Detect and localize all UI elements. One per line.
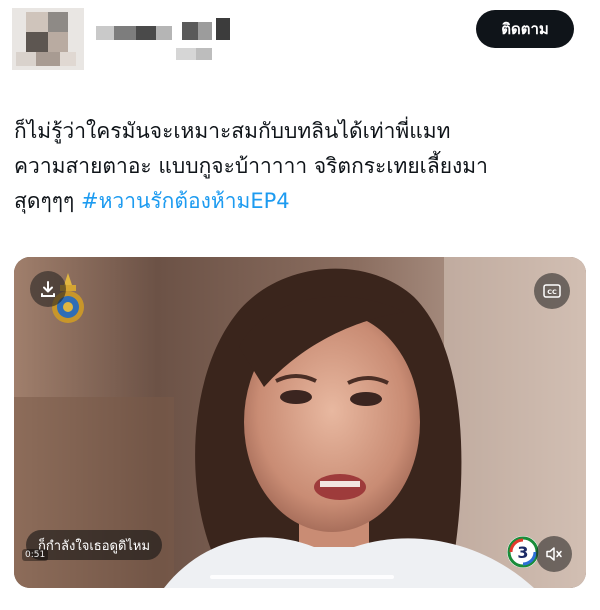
mute-button[interactable] [536,536,572,572]
download-icon [41,281,55,297]
tweet-text-tail: สุดๆๆๆ [14,189,81,213]
svg-text:CC: CC [547,288,557,296]
tweet-text: ก็ไม่รู้ว่าใครมันจะเหมาะสมกับบทลินได้เท่… [14,114,586,219]
video-player[interactable]: CC ก็กำลังใจเธอดูดิไหม 0:51 3 [14,257,586,588]
hashtag-link[interactable]: #หวานรักต้องห้ามEP4 [81,189,290,213]
user-name-blurred[interactable] [96,18,246,68]
tweet-text-line: สุดๆๆๆ #หวานรักต้องห้ามEP4 [14,184,586,219]
svg-text:3: 3 [517,543,528,562]
captions-button[interactable]: CC [534,273,570,309]
video-time: 0:51 [22,549,49,561]
tweet-header: ติดตาม [0,0,600,80]
speaker-muted-icon [546,547,562,561]
tweet-text-line: ก็ไม่รู้ว่าใครมันจะเหมาะสมกับบทลินได้เท่… [14,119,451,143]
tweet-text-line: ความสายตาอะ แบบกูจะบ้าาาาา จริตกระเทยเลี… [14,154,488,178]
download-button[interactable] [30,271,66,307]
avatar[interactable] [12,8,84,70]
video-progress-bar[interactable] [210,575,394,579]
cc-icon: CC [543,284,561,298]
channel-3-logo: 3 [507,536,539,568]
follow-button[interactable]: ติดตาม [476,10,574,48]
